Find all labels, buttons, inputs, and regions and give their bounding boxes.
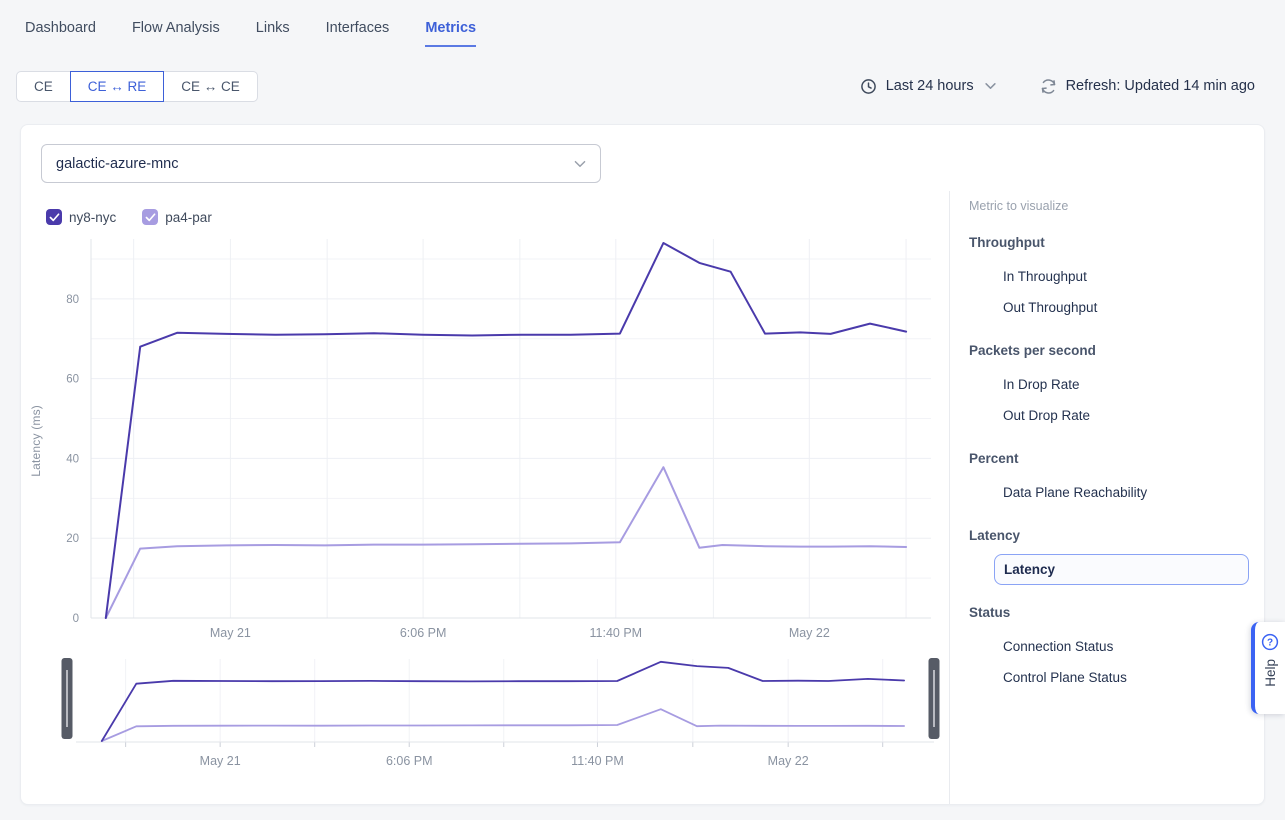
top-navigation: Dashboard Flow Analysis Links Interfaces Met… xyxy=(0,0,1285,47)
svg-text:60: 60 xyxy=(66,374,79,386)
metric-option-out-drop-rate[interactable]: Out Drop Rate xyxy=(969,400,1269,431)
chart-area: ny8-nycpa4-par Latency (ms) 020406080May… xyxy=(21,125,949,806)
view-tab-group: CECE ↔ RECE ↔ CE xyxy=(16,71,258,102)
chevron-down-icon xyxy=(985,82,996,90)
nav-item-interfaces[interactable]: Interfaces xyxy=(326,20,390,47)
metric-option-in-throughput[interactable]: In Throughput xyxy=(969,261,1269,292)
metric-option-control-plane-status[interactable]: Control Plane Status xyxy=(969,662,1269,693)
controls-row: CECE ↔ RECE ↔ CE Last 24 hours Refresh: … xyxy=(16,70,1255,102)
time-range-dropdown[interactable]: Last 24 hours xyxy=(860,78,996,95)
svg-text:11:40 PM: 11:40 PM xyxy=(590,626,643,640)
metric-group-heading-packets-per-second: Packets per second xyxy=(969,343,1269,359)
nav-item-flow-analysis[interactable]: Flow Analysis xyxy=(132,20,220,47)
metrics-card: galactic-azure-mnc ny8-nycpa4-par Latenc… xyxy=(20,124,1265,805)
right-controls: Last 24 hours Refresh: Updated 14 min ag… xyxy=(860,78,1255,95)
metric-group-heading-throughput: Throughput xyxy=(969,235,1269,251)
metric-group-heading-percent: Percent xyxy=(969,451,1269,467)
svg-text:40: 40 xyxy=(66,453,79,465)
help-circle-icon: ? xyxy=(1261,633,1279,651)
view-tab-ce-ce[interactable]: CE ↔ CE xyxy=(163,71,258,102)
help-label: Help xyxy=(1263,659,1278,687)
time-range-label: Last 24 hours xyxy=(886,78,974,94)
svg-text:May 21: May 21 xyxy=(210,626,251,640)
metric-option-connection-status[interactable]: Connection Status xyxy=(969,631,1269,662)
metric-option-out-throughput[interactable]: Out Throughput xyxy=(969,292,1269,323)
svg-text:May 22: May 22 xyxy=(789,626,830,640)
legend-label: ny8-nyc xyxy=(69,210,116,225)
svg-text:May 22: May 22 xyxy=(768,754,809,768)
metric-group-heading-latency: Latency xyxy=(969,528,1269,544)
nav-item-metrics[interactable]: Metrics xyxy=(425,20,476,47)
svg-text:?: ? xyxy=(1267,638,1273,649)
checkbox-icon xyxy=(46,209,62,225)
legend-checkbox-pa4-par[interactable]: pa4-par xyxy=(142,209,212,225)
svg-text:80: 80 xyxy=(66,294,79,306)
svg-text:6:06 PM: 6:06 PM xyxy=(386,754,433,768)
sidebar-title: Metric to visualize xyxy=(969,199,1269,215)
metric-option-data-plane-reachability[interactable]: Data Plane Reachability xyxy=(969,477,1269,508)
brush-handle-right[interactable] xyxy=(929,658,940,739)
nav-item-dashboard[interactable]: Dashboard xyxy=(25,20,96,47)
latency-line-chart: 0 20 40 60 80 May 21 6:06 PM 11:40 PM May 22 xyxy=(21,233,951,653)
view-tab-ce-re[interactable]: CE ↔ RE xyxy=(70,71,165,102)
svg-text:11:40 PM: 11:40 PM xyxy=(571,754,624,768)
clock-icon xyxy=(860,78,877,95)
refresh-icon xyxy=(1040,78,1057,95)
series-legend: ny8-nyc pa4-par xyxy=(46,209,212,225)
brush-handle-left[interactable] xyxy=(62,658,73,739)
metric-option-latency[interactable]: Latency xyxy=(994,554,1249,585)
metric-group-heading-status: Status xyxy=(969,605,1269,621)
help-button[interactable]: ? Help xyxy=(1251,622,1285,714)
legend-checkbox-ny8-nyc[interactable]: ny8-nyc xyxy=(46,209,116,225)
refresh-button[interactable]: Refresh: Updated 14 min ago xyxy=(1040,78,1255,95)
nav-item-links[interactable]: Links xyxy=(256,20,290,47)
legend-label: pa4-par xyxy=(165,210,212,225)
svg-text:6:06 PM: 6:06 PM xyxy=(400,626,447,640)
checkbox-icon xyxy=(142,209,158,225)
svg-text:0: 0 xyxy=(73,613,79,625)
metric-sidebar: Metric to visualize Throughput In Through… xyxy=(969,199,1269,693)
svg-text:May 21: May 21 xyxy=(200,754,241,768)
metric-option-in-drop-rate[interactable]: In Drop Rate xyxy=(969,369,1269,400)
timeline-brush-chart[interactable]: May 21 6:06 PM 11:40 PM May 22 xyxy=(21,653,951,778)
svg-text:20: 20 xyxy=(66,533,79,545)
refresh-label: Refresh: Updated 14 min ago xyxy=(1066,78,1255,94)
view-tab-ce[interactable]: CE xyxy=(16,71,71,102)
